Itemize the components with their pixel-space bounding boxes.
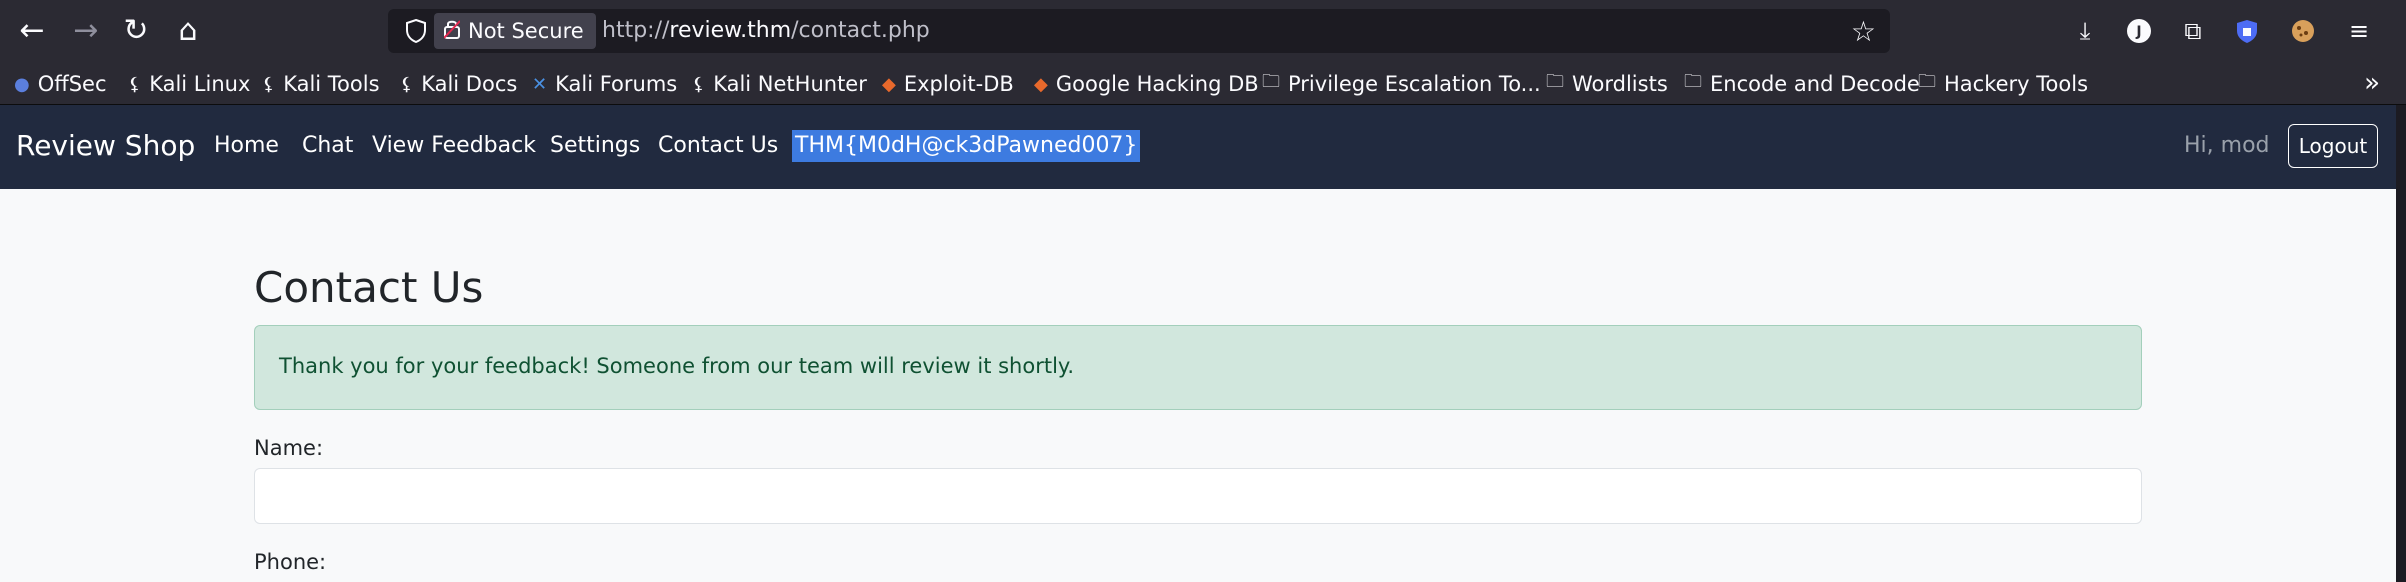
bookmark-kali-forums[interactable]: ✕ Kali Forums [532,69,677,99]
bookmark-kali-nethunter[interactable]: ⚸ Kali NetHunter [692,69,867,99]
page-title: Contact Us [254,263,484,312]
globe-icon: ● [14,73,30,95]
url-host: review.thm [669,18,792,43]
extension-j-icon[interactable]: J [2122,14,2156,48]
url-bar[interactable]: Not Secure http://review.thm/contact.php… [388,9,1890,53]
url-prefix: http:// [602,18,670,43]
bookmark-privilege-escalation[interactable]: 🗀 Privilege Escalation To... [1262,69,1541,99]
success-alert: Thank you for your feedback! Someone fro… [254,325,2142,410]
bookmark-kali-docs[interactable]: ⚸ Kali Docs [400,69,517,99]
bookmark-wordlists[interactable]: 🗀 Wordlists [1546,69,1668,99]
nav-link-chat[interactable]: Chat [302,133,353,158]
nav-link-settings[interactable]: Settings [550,133,640,158]
bookmark-label: Google Hacking DB [1055,72,1259,96]
bookmark-offsec[interactable]: ● OffSec [14,69,107,99]
kali-dragon-icon: ⚸ [400,73,414,95]
back-arrow-icon: ← [19,12,45,48]
bookmark-kali-linux[interactable]: ⚸ Kali Linux [128,69,250,99]
folder-icon: 🗀 [1684,71,1702,92]
bookmark-label: Kali Linux [149,72,251,96]
site-navbar: Review Shop Home Chat View Feedback Sett… [0,105,2396,189]
flag-text-selected[interactable]: THM{M0dH@ck3dPawned007} [792,130,1141,162]
bookmark-label: Privilege Escalation To... [1288,72,1541,96]
bookmark-label: OffSec [37,72,107,96]
tracking-protection-shield-icon[interactable] [402,17,430,45]
kali-dragon-icon: ⚸ [262,73,276,95]
logout-button[interactable]: Logout [2288,124,2378,168]
bookmark-label: Kali Docs [421,72,518,96]
foxyproxy-icon[interactable] [2230,14,2264,48]
nav-link-contact-us[interactable]: Contact Us [658,133,778,158]
extensions-puzzle-icon[interactable]: ⧉ [2176,14,2210,48]
not-secure-label: Not Secure [468,19,584,43]
home-button[interactable]: ⌂ [170,12,206,48]
forward-arrow-icon: → [73,12,99,48]
folder-icon: 🗀 [1546,71,1564,92]
bookmark-star-icon[interactable]: ☆ [1851,15,1876,48]
exploit-db-icon: ◆ [1034,73,1048,95]
folder-icon: 🗀 [1262,71,1280,92]
home-icon: ⌂ [178,12,198,48]
bookmark-label: Kali Forums [555,72,678,96]
reload-icon: ↻ [123,12,149,48]
bookmark-encode-decode[interactable]: 🗀 Encode and Decode [1684,69,1920,99]
folder-icon: 🗀 [1918,71,1936,92]
bookmark-label: Hackery Tools [1944,72,2089,96]
navbar-brand[interactable]: Review Shop [16,129,195,162]
exploit-db-icon: ◆ [882,73,896,95]
kali-dragon-icon: ⚸ [128,73,142,95]
success-alert-text: Thank you for your feedback! Someone fro… [279,354,1075,378]
page-content: Review Shop Home Chat View Feedback Sett… [0,105,2396,582]
not-secure-indicator[interactable]: Not Secure [434,13,596,49]
bookmark-label: Exploit-DB [903,72,1014,96]
user-greeting: Hi, mod [2184,133,2270,158]
name-input[interactable] [254,468,2142,524]
url-path: /contact.php [791,18,930,43]
name-label: Name: [254,436,324,460]
url-text[interactable]: http://review.thm/contact.php [602,18,930,43]
kali-forums-icon: ✕ [532,73,548,95]
forward-button[interactable]: → [68,12,104,48]
kali-dragon-icon: ⚸ [692,73,706,95]
bookmark-kali-tools[interactable]: ⚸ Kali Tools [262,69,380,99]
nav-link-home[interactable]: Home [214,133,279,158]
scrollbar-gutter[interactable] [2396,105,2406,582]
cookie-editor-icon[interactable] [2286,14,2320,48]
bookmark-label: Wordlists [1572,72,1668,96]
menu-hamburger-icon[interactable]: ≡ [2342,14,2376,48]
bookmarks-overflow-chevron-icon[interactable]: » [2364,68,2380,98]
phone-label: Phone: [254,550,327,574]
back-button[interactable]: ← [14,12,50,48]
reload-button[interactable]: ↻ [118,12,154,48]
bookmark-label: Kali NetHunter [713,72,867,96]
bookmark-hackery-tools[interactable]: 🗀 Hackery Tools [1918,69,2088,99]
bookmarks-toolbar: ● OffSec ⚸ Kali Linux ⚸ Kali Tools ⚸ Kali Do… [0,62,2406,105]
bookmark-label: Encode and Decode [1710,72,1920,96]
browser-toolbar: ← → ↻ ⌂ Not Secure http://review.thm/con… [0,0,2406,62]
bookmark-google-hacking-db[interactable]: ◆ Google Hacking DB [1034,69,1259,99]
downloads-icon[interactable]: ⤓ [2068,14,2102,48]
nav-link-view-feedback[interactable]: View Feedback [372,133,536,158]
insecure-lock-icon [443,19,461,44]
bookmark-label: Kali Tools [283,72,380,96]
svg-text:J: J [2135,24,2141,40]
bookmark-exploit-db[interactable]: ◆ Exploit-DB [882,69,1014,99]
